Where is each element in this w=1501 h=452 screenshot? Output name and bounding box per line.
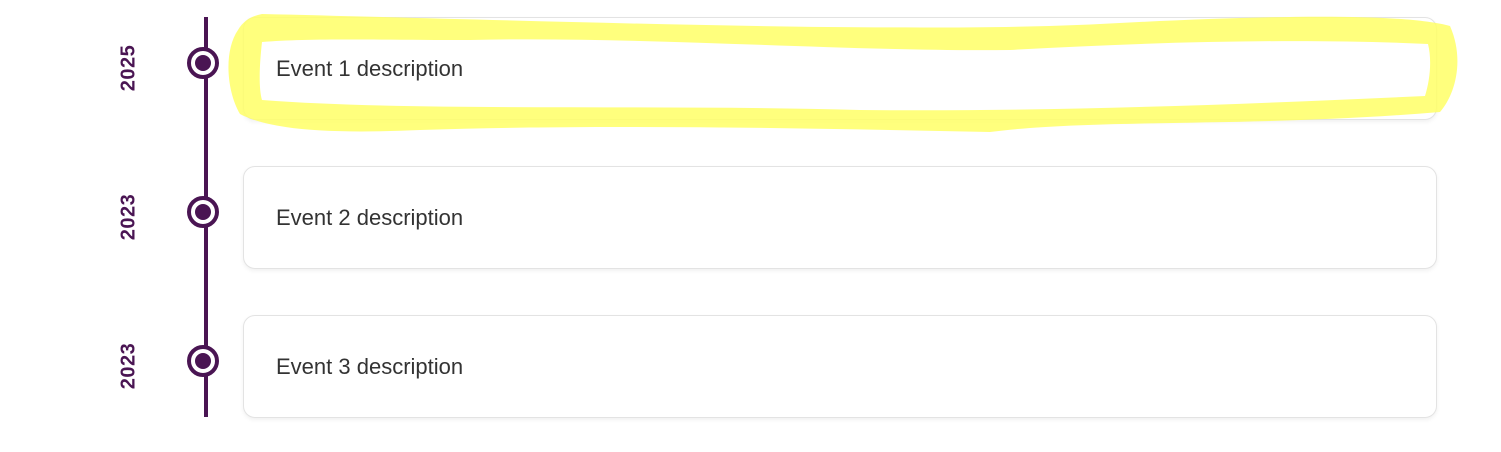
- timeline-marker-icon: [187, 345, 219, 377]
- event-card[interactable]: Event 3 description: [243, 315, 1437, 418]
- marker-dot: [195, 55, 211, 71]
- event-description: Event 1 description: [276, 55, 464, 81]
- event-year: 2023: [117, 193, 140, 241]
- timeline: 2025 Event 1 description 2023 Event 2 de…: [0, 0, 1501, 452]
- event-card[interactable]: Event 1 description: [243, 17, 1437, 120]
- marker-dot: [195, 204, 211, 220]
- event-description: Event 2 description: [276, 204, 464, 230]
- timeline-marker-icon: [187, 196, 219, 228]
- event-card[interactable]: Event 2 description: [243, 166, 1437, 269]
- event-year: 2023: [117, 342, 140, 390]
- event-year: 2025: [117, 44, 140, 92]
- timeline-event: 2023 Event 2 description: [0, 166, 1501, 269]
- timeline-event: 2025 Event 1 description: [0, 17, 1501, 120]
- timeline-event: 2023 Event 3 description: [0, 315, 1501, 418]
- timeline-marker-icon: [187, 47, 219, 79]
- marker-dot: [195, 353, 211, 369]
- event-description: Event 3 description: [276, 353, 464, 379]
